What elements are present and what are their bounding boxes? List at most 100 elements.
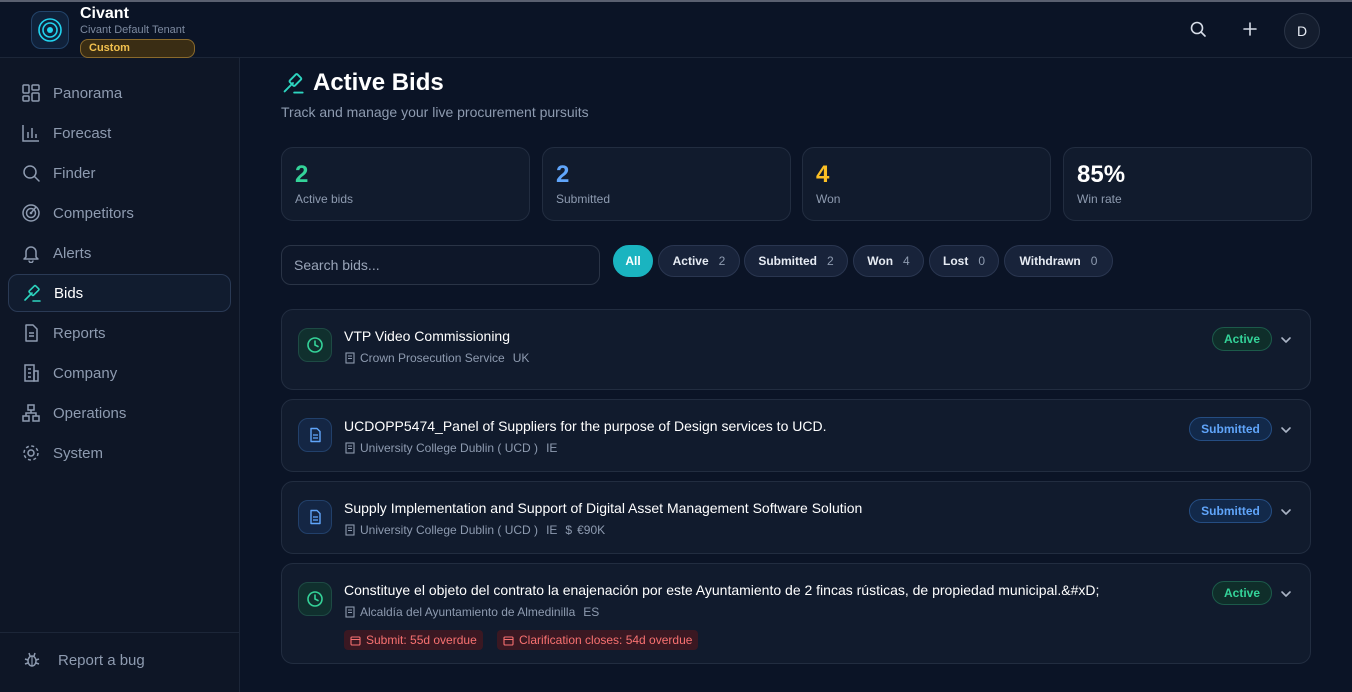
- filter-all[interactable]: All: [613, 245, 653, 277]
- gear-icon: [23, 445, 39, 461]
- civant-logo[interactable]: [31, 11, 69, 49]
- bid-title: VTP Video Commissioning: [344, 328, 511, 344]
- stat-card-active-bids: 2 Active bids: [281, 147, 530, 221]
- page-header: Active Bids: [281, 69, 444, 97]
- filter-withdrawn[interactable]: Withdrawn 0: [1004, 245, 1113, 277]
- report-bug-label: Report a bug: [58, 651, 145, 669]
- bid-card[interactable]: Supply Implementation and Support of Dig…: [281, 481, 1311, 554]
- radar-logo-icon: [38, 18, 62, 42]
- filter-label: All: [625, 254, 641, 268]
- stat-value: 2: [295, 161, 309, 188]
- sidebar-item-label: Competitors: [53, 204, 134, 222]
- plan-badge: Custom: [80, 39, 195, 58]
- filter-count: 0: [978, 254, 986, 268]
- filter-count: 4: [903, 254, 910, 268]
- search-input[interactable]: [281, 245, 600, 285]
- building-icon: [24, 364, 39, 382]
- bid-buyer: Alcaldía del Ayuntamiento de Almedinilla: [360, 605, 576, 619]
- bid-buyer: University College Dublin ( UCD ): [360, 441, 539, 455]
- tenant-name: Civant Default Tenant: [80, 24, 185, 36]
- radar-icon: [22, 204, 40, 222]
- gavel-icon: [24, 284, 41, 302]
- bid-meta: Alcaldía del Ayuntamiento de Almedinilla…: [344, 605, 599, 619]
- bid-card[interactable]: Constituye el objeto del contrato la ena…: [281, 563, 1311, 664]
- user-avatar[interactable]: D: [1284, 13, 1320, 49]
- sidebar-item-label: Forecast: [53, 124, 112, 142]
- top-bar: Civant Civant Default Tenant Custom D: [0, 0, 1352, 58]
- filter-count: 2: [718, 254, 726, 268]
- bug-icon: [24, 652, 40, 667]
- chevron-down-icon[interactable]: [1278, 504, 1294, 520]
- sidebar-item-system[interactable]: System: [8, 434, 231, 472]
- sidebar-item-reports[interactable]: Reports: [8, 314, 231, 352]
- filter-lost[interactable]: Lost 0: [929, 245, 999, 277]
- bid-country: IE: [546, 441, 558, 455]
- sidebar-item-label: Alerts: [53, 244, 92, 262]
- bid-buyer: University College Dublin ( UCD ): [360, 523, 539, 537]
- bid-meta: University College Dublin ( UCD ) IE $ €…: [344, 523, 605, 537]
- stat-value: 2: [556, 161, 570, 188]
- stat-label: Win rate: [1077, 192, 1122, 206]
- bid-title: Constituye el objeto del contrato la ena…: [344, 582, 1100, 598]
- chevron-down-icon[interactable]: [1278, 422, 1294, 438]
- bid-card[interactable]: UCDOPP5474_Panel of Suppliers for the pu…: [281, 399, 1311, 472]
- filter-label: Withdrawn: [1019, 254, 1081, 268]
- filter-count: 0: [1090, 254, 1098, 268]
- filter-submitted[interactable]: Submitted 2: [744, 245, 848, 277]
- sidebar-item-label: Panorama: [53, 84, 123, 102]
- chevron-down-icon[interactable]: [1278, 332, 1294, 348]
- bid-country: UK: [512, 351, 530, 365]
- building-icon: [345, 442, 355, 454]
- sidebar-item-alerts[interactable]: Alerts: [8, 234, 231, 272]
- stat-card-won: 4 Won: [802, 147, 1051, 221]
- bid-title: UCDOPP5474_Panel of Suppliers for the pu…: [344, 418, 827, 434]
- main-content: Active Bids Track and manage your live p…: [240, 58, 1352, 692]
- dashboard-icon: [22, 84, 40, 102]
- status-badge: Active: [1212, 327, 1272, 351]
- stat-value: 4: [816, 161, 830, 188]
- plus-icon[interactable]: [1239, 18, 1261, 40]
- search-icon[interactable]: [1187, 18, 1209, 40]
- calendar-icon: [350, 635, 361, 646]
- deadline-badge: Submit: 55d overdue: [344, 630, 483, 650]
- filter-active[interactable]: Active 2: [658, 245, 740, 277]
- filter-label: Won: [867, 254, 894, 268]
- sidebar-item-label: System: [53, 444, 104, 462]
- chevron-down-icon[interactable]: [1278, 586, 1294, 602]
- bid-value: €90K: [577, 523, 606, 537]
- building-icon: [345, 606, 355, 618]
- building-icon: [345, 524, 355, 536]
- bid-card[interactable]: VTP Video Commissioning Crown Prosecutio…: [281, 309, 1311, 390]
- document-icon: [298, 418, 332, 452]
- stat-card-win-rate: 85% Win rate: [1063, 147, 1312, 221]
- report-bug-button[interactable]: Report a bug: [22, 650, 145, 670]
- brand-name: Civant: [80, 5, 129, 22]
- sidebar-divider: [0, 632, 240, 633]
- bid-country: IE: [546, 523, 558, 537]
- sidebar-item-company[interactable]: Company: [8, 354, 231, 392]
- sidebar-item-finder[interactable]: Finder: [8, 154, 231, 192]
- search-icon: [23, 165, 40, 182]
- filter-label: Active: [672, 254, 709, 268]
- status-badge: Active: [1212, 581, 1272, 605]
- building-icon: [345, 352, 355, 364]
- filter-count: 2: [826, 254, 834, 268]
- sidebar-item-forecast[interactable]: Forecast: [8, 114, 231, 152]
- sidebar-item-competitors[interactable]: Competitors: [8, 194, 231, 232]
- sidebar-item-bids[interactable]: Bids: [8, 274, 231, 312]
- bid-title: Supply Implementation and Support of Dig…: [344, 500, 863, 516]
- sidebar-item-panorama[interactable]: Panorama: [8, 74, 231, 112]
- status-badge: Submitted: [1189, 417, 1272, 441]
- dollar-icon: $: [565, 523, 573, 537]
- sidebar-item-operations[interactable]: Operations: [8, 394, 231, 432]
- filter-label: Submitted: [758, 254, 817, 268]
- deadline-text: Submit: 55d overdue: [366, 633, 477, 647]
- sidebar-item-label: Finder: [53, 164, 96, 182]
- gavel-icon: [283, 73, 304, 94]
- bid-meta: Crown Prosecution Service UK: [344, 351, 529, 365]
- bid-country: ES: [583, 605, 600, 619]
- stat-card-submitted: 2 Submitted: [542, 147, 791, 221]
- sidebar: Panorama Forecast Finder Competitors Ale…: [0, 58, 240, 692]
- filter-won[interactable]: Won 4: [853, 245, 924, 277]
- sidebar-item-label: Company: [53, 364, 118, 382]
